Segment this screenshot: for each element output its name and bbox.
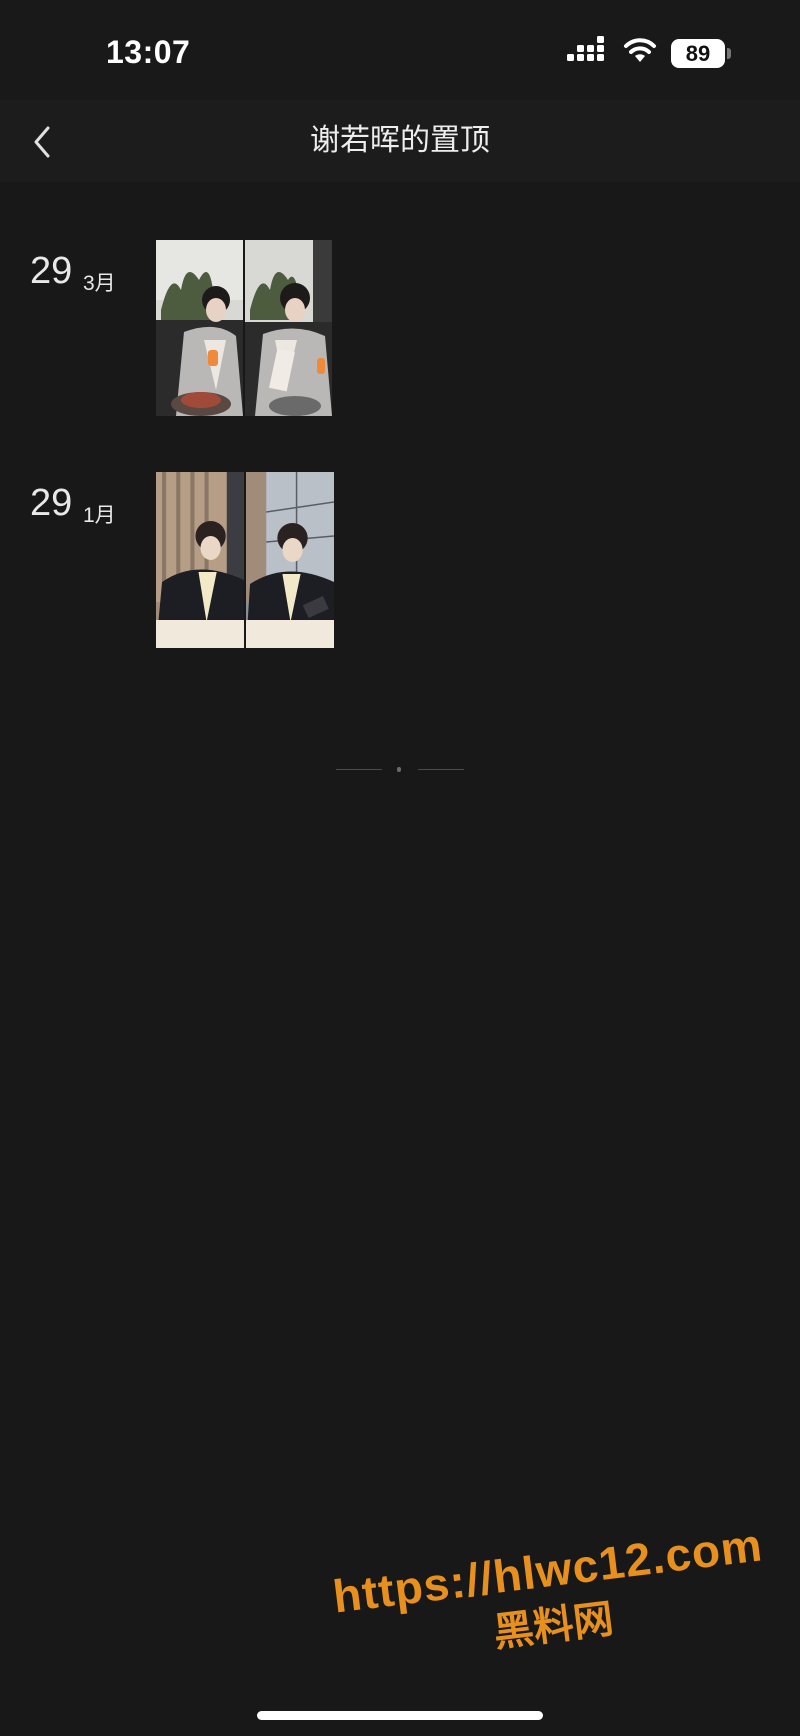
status-time: 13:07 xyxy=(106,34,191,70)
entry-month: 1月 xyxy=(83,504,116,527)
watermark: https://hlwc12.com 黑料网 xyxy=(330,1518,770,1678)
chevron-left-icon[interactable] xyxy=(28,122,56,162)
end-of-list-indicator xyxy=(336,766,464,774)
status-bar: 13:07 89 xyxy=(0,0,800,100)
entry-day: 29 xyxy=(30,482,73,524)
battery-tip xyxy=(727,48,731,59)
entry-month: 3月 xyxy=(83,272,116,295)
signal-icon xyxy=(567,36,611,68)
page-title: 谢若晖的置顶 xyxy=(310,124,490,157)
thumbnail-image xyxy=(156,472,244,648)
post-thumbnail[interactable] xyxy=(156,240,332,416)
nav-bar: 谢若晖的置顶 xyxy=(0,100,800,182)
entry-day: 29 xyxy=(30,250,73,292)
battery-icon: 89 xyxy=(671,39,725,68)
thumbnail-image xyxy=(246,472,334,648)
thumbnail-image xyxy=(245,240,332,416)
wifi-icon xyxy=(624,38,656,62)
home-indicator[interactable] xyxy=(257,1711,543,1720)
post-thumbnail[interactable] xyxy=(156,472,334,648)
thumbnail-image xyxy=(156,240,243,416)
battery-level: 89 xyxy=(685,41,711,66)
